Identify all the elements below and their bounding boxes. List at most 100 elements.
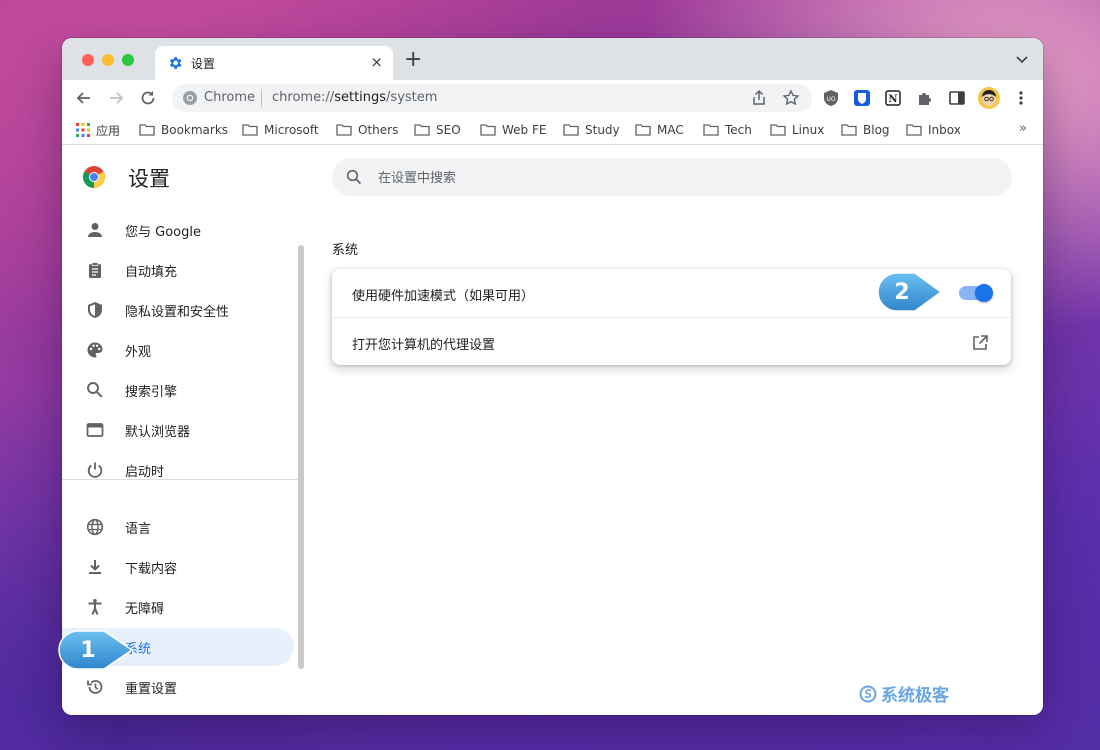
bookmarks-overflow-button[interactable]: » (1019, 121, 1027, 136)
share-icon[interactable] (750, 89, 768, 107)
sidebar-item-label: 默认浏览器 (125, 425, 191, 440)
bookmark-label: MAC (657, 123, 684, 137)
close-window-button[interactable] (82, 54, 94, 66)
page-title: 设置 (128, 167, 170, 191)
power-icon (87, 462, 103, 478)
ublock-shield-icon[interactable]: UO (822, 89, 840, 107)
search-icon (346, 169, 362, 185)
chevron-down-icon[interactable] (1015, 52, 1029, 66)
search-input[interactable] (376, 166, 980, 190)
bookmark-label: Tech (725, 123, 752, 137)
proxy-settings-row[interactable]: 打开您计算机的代理设置 (332, 317, 1011, 366)
bookmark-folder[interactable]: Bookmarks (139, 122, 228, 138)
settings-search[interactable] (332, 158, 1012, 196)
hardware-acceleration-toggle[interactable] (959, 284, 993, 302)
section-title: 系统 (332, 243, 359, 258)
open-in-new-icon[interactable] (971, 334, 989, 352)
sidebar-item-privacy[interactable]: 隐私设置和安全性 (62, 291, 294, 329)
folder-icon (635, 124, 651, 136)
sidebar-item-label: 搜索引擎 (125, 385, 178, 400)
bitwarden-icon[interactable] (853, 89, 871, 107)
hardware-acceleration-label: 使用硬件加速模式（如果可用） (352, 289, 535, 304)
globe-icon (86, 518, 104, 536)
sidebar-item-languages[interactable]: 语言 (62, 508, 294, 546)
sidebar-item-default-browser[interactable]: 默认浏览器 (62, 411, 294, 449)
sidebar-item-label: 外观 (125, 345, 152, 360)
bookmark-folder[interactable]: Linux (770, 122, 824, 138)
new-tab-button[interactable]: + (404, 48, 422, 72)
sidebar-item-label: 下载内容 (125, 562, 178, 577)
sidebar-item-autofill[interactable]: 自动填充 (62, 251, 294, 289)
callout-1: 1 (58, 630, 134, 670)
shield-icon (88, 302, 102, 318)
sidebar-item-on-startup[interactable]: 启动时 (62, 451, 294, 489)
sidebar-item-downloads[interactable]: 下载内容 (62, 548, 294, 586)
bookmark-apps[interactable]: 应用 (76, 122, 120, 138)
tab-close-button[interactable]: × (370, 53, 383, 71)
browser-window: 设置 × + Chrome chrome://settings/system U… (62, 38, 1043, 715)
callout-arrow-shape (58, 630, 134, 670)
back-arrow-icon[interactable] (74, 88, 94, 108)
folder-icon (841, 124, 857, 136)
sidebar-item-search-engine[interactable]: 搜索引擎 (62, 371, 294, 409)
bookmark-folder[interactable]: Web FE (480, 122, 546, 138)
bookmark-folder[interactable]: Others (336, 122, 398, 138)
sidebar-item-label: 您与 Google (125, 225, 201, 240)
notion-icon[interactable]: N (884, 89, 902, 107)
url-prefix: chrome:// (272, 90, 335, 105)
sidebar-item-reset[interactable]: 重置设置 (62, 668, 294, 706)
sidebar-item-you-and-google[interactable]: 您与 Google (62, 211, 294, 249)
tab-settings[interactable]: 设置 × (155, 46, 393, 80)
folder-icon (703, 124, 719, 136)
profile-avatar[interactable] (978, 87, 1000, 109)
avatar-icon (982, 90, 996, 106)
address-bar[interactable]: Chrome chrome://settings/system (172, 84, 812, 112)
toolbar: Chrome chrome://settings/system UO N (62, 80, 1043, 116)
puzzle-icon[interactable] (916, 89, 934, 107)
folder-icon (242, 124, 258, 136)
settings-page: 设置 您与 Google 自动填充 隐私设置和安全性 (62, 145, 1043, 715)
callout-number: 2 (894, 279, 910, 305)
folder-icon (770, 124, 786, 136)
forward-arrow-icon[interactable] (106, 88, 126, 108)
bookmark-label: Microsoft (264, 123, 319, 137)
bookmark-folder[interactable]: MAC (635, 122, 684, 138)
more-vert-icon[interactable] (1012, 89, 1030, 107)
side-panel-icon[interactable] (948, 89, 966, 107)
bookmark-label: Bookmarks (161, 123, 229, 137)
reload-icon[interactable] (138, 88, 158, 108)
history-icon (87, 680, 103, 694)
sidebar-item-label: 隐私设置和安全性 (125, 305, 230, 320)
svg-text:UO: UO (826, 96, 835, 103)
bookmark-label: Others (358, 123, 399, 137)
watermark: 系统极客 (859, 681, 949, 706)
download-icon (89, 560, 101, 574)
chrome-icon (183, 91, 197, 105)
bookmark-folder[interactable]: SEO (414, 122, 461, 138)
bookmark-folder[interactable]: Study (563, 122, 620, 138)
bookmark-folder[interactable]: Microsoft (242, 122, 319, 138)
sidebar-item-appearance[interactable]: 外观 (62, 331, 294, 369)
minimize-window-button[interactable] (102, 54, 114, 66)
bookmark-folder[interactable]: Inbox (906, 122, 961, 138)
star-icon[interactable] (782, 89, 800, 107)
bookmark-label: SEO (436, 123, 461, 137)
sidebar-divider (62, 479, 298, 480)
bookmark-folder[interactable]: Tech (703, 122, 752, 138)
omnibox-url: chrome://settings/system (272, 90, 437, 105)
callout-2: 2 (877, 272, 943, 312)
apps-grid-icon (76, 123, 90, 137)
callout-number: 1 (80, 637, 96, 663)
watermark-text: 系统极客 (881, 686, 949, 706)
bookmark-folder[interactable]: Blog (841, 122, 890, 138)
sidebar-item-label: 语言 (125, 522, 152, 537)
sidebar-scrollbar[interactable] (298, 245, 304, 669)
folder-icon (480, 124, 496, 136)
watermark-logo-icon (859, 685, 877, 702)
folder-icon (563, 124, 579, 136)
toggle-knob (975, 284, 993, 302)
browser-icon (86, 423, 104, 437)
search-icon (87, 382, 103, 398)
zoom-window-button[interactable] (122, 54, 134, 66)
sidebar-item-accessibility[interactable]: 无障碍 (62, 588, 294, 626)
